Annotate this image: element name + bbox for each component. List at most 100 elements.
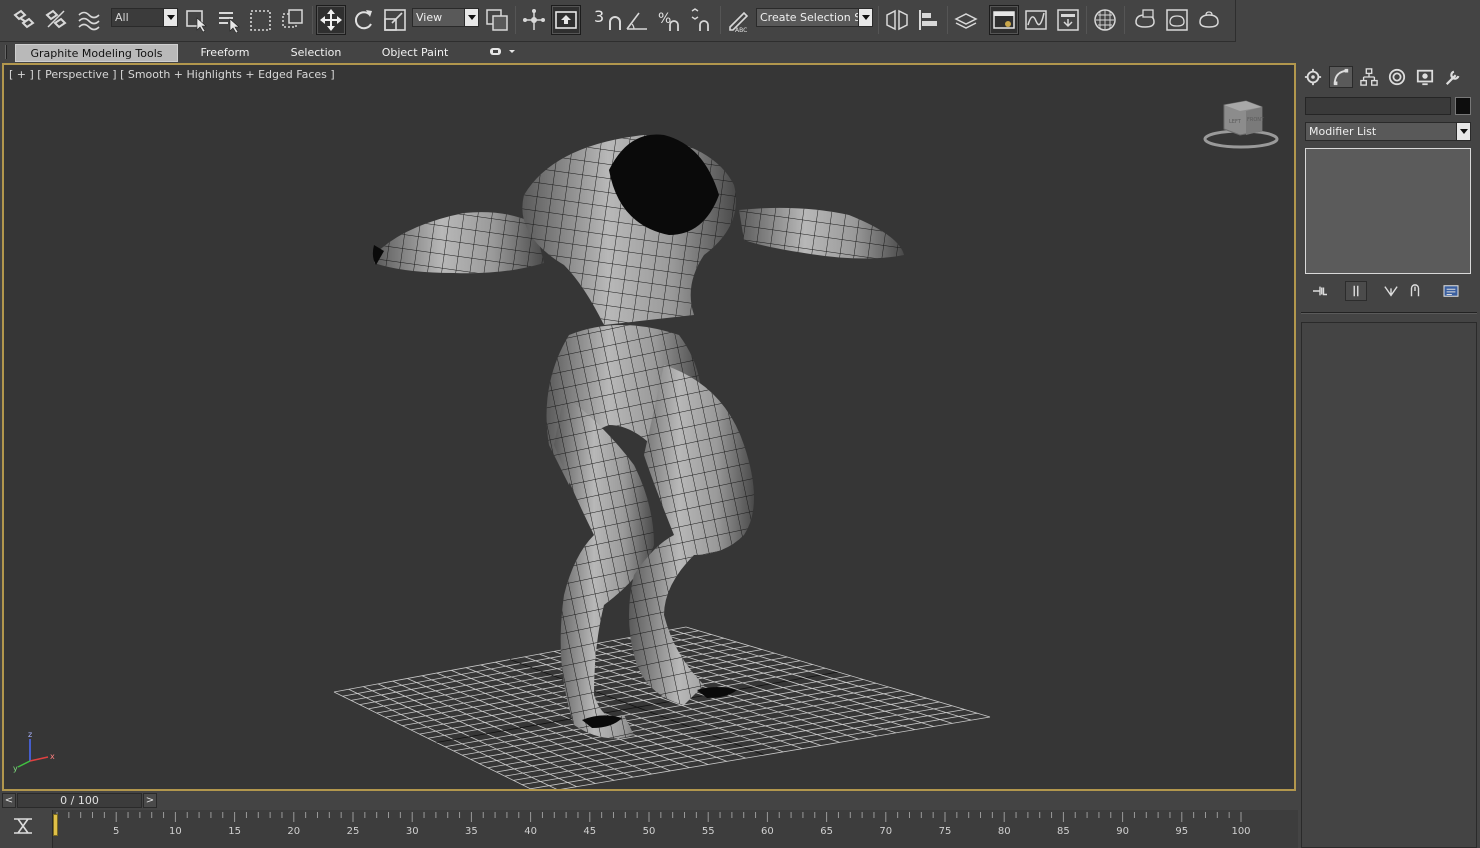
remove-modifier-icon[interactable] xyxy=(1404,281,1426,301)
manipulate-icon[interactable] xyxy=(519,5,549,35)
ribbon-tab-graphite-modeling-tools[interactable]: Graphite Modeling Tools xyxy=(15,44,178,62)
scale-icon[interactable] xyxy=(380,5,410,35)
timeline-tick-label: 15 xyxy=(228,826,241,837)
hierarchy-icon[interactable] xyxy=(1357,66,1381,88)
time-slider-prev-button[interactable]: < xyxy=(2,793,16,808)
keyboard-shortcut-icon[interactable] xyxy=(551,5,581,35)
toolbar-separator xyxy=(1124,6,1125,34)
link-icon[interactable] xyxy=(9,5,39,35)
chevron-down-icon xyxy=(1456,123,1470,140)
named-selection-value: Create Selection Se xyxy=(760,11,868,24)
timeline-tick-label: 80 xyxy=(998,826,1011,837)
reference-coord-dropdown[interactable]: View xyxy=(412,8,479,27)
timeline-tick-label: 50 xyxy=(643,826,656,837)
named-selection-dropdown[interactable]: Create Selection Se xyxy=(756,8,873,27)
toolbar-separator xyxy=(1086,6,1087,34)
window-crossing-icon[interactable] xyxy=(278,5,308,35)
viewcube-left-label: LEFT xyxy=(1229,119,1242,125)
viewcube: LEFT FRONT xyxy=(1203,100,1279,149)
layer-manager-icon[interactable] xyxy=(951,5,981,35)
ribbon-grip-handle[interactable] xyxy=(5,45,7,59)
object-name-field[interactable] xyxy=(1305,97,1451,115)
axis-y-label: y xyxy=(13,764,18,773)
modify-icon[interactable] xyxy=(1329,66,1353,88)
configure-modifier-sets-icon[interactable] xyxy=(1440,281,1462,301)
timeline-tick-label: 70 xyxy=(879,826,892,837)
axis-z-label: z xyxy=(28,730,32,739)
render-production-icon[interactable] xyxy=(1194,5,1224,35)
selection-filter-dropdown[interactable]: All xyxy=(111,8,178,27)
selection-filter-value: All xyxy=(115,11,129,24)
make-unique-icon[interactable] xyxy=(1380,281,1402,301)
motion-icon[interactable] xyxy=(1385,66,1409,88)
timeline-tick-label: 35 xyxy=(465,826,478,837)
current-frame-marker[interactable] xyxy=(53,814,58,836)
axis-tripod: z x y xyxy=(13,730,55,773)
percent-snap-icon[interactable]: % xyxy=(654,5,684,35)
chevron-down-icon xyxy=(163,9,177,26)
toolbar-separator xyxy=(720,6,721,34)
trackbar-config-icon[interactable] xyxy=(10,815,36,837)
timeline-tick-label: 30 xyxy=(406,826,419,837)
track-bar: 5 10 15 20 25 30 35 40 45 50 55 60 65 70 75 80 85 90 95 100 xyxy=(0,810,1298,848)
timeline-tick-label: 20 xyxy=(287,826,300,837)
pivot-icon[interactable] xyxy=(482,5,512,35)
modifier-stack-list[interactable] xyxy=(1305,148,1471,274)
ribbon-tab-selection[interactable]: Selection xyxy=(280,44,352,62)
spinner-snap-icon[interactable] xyxy=(686,5,716,35)
create-icon[interactable] xyxy=(1301,66,1325,88)
toolbar-separator xyxy=(312,6,313,34)
modifier-list-value: Modifier List xyxy=(1309,125,1377,138)
toolbar-separator xyxy=(515,6,516,34)
perspective-viewport[interactable]: [ + ] [ Perspective ] [ Smooth + Highlig… xyxy=(2,63,1296,791)
viewcube-front-label: FRONT xyxy=(1247,117,1265,123)
align-icon[interactable] xyxy=(914,5,944,35)
timeline-tick-label: 95 xyxy=(1175,826,1188,837)
bind-space-warp-icon[interactable] xyxy=(74,5,104,35)
material-editor-icon[interactable] xyxy=(1090,5,1120,35)
chevron-down-icon xyxy=(858,9,872,26)
toolbar-separator xyxy=(947,6,948,34)
svg-text:ABC: ABC xyxy=(735,27,747,33)
timeline-tick-label: 5 xyxy=(113,826,119,837)
viewport-scene: LEFT FRONT z x y xyxy=(13,100,1279,789)
unlink-icon[interactable] xyxy=(41,5,71,35)
select-by-name-icon[interactable] xyxy=(214,5,244,35)
mirror-icon[interactable] xyxy=(882,5,912,35)
schematic-view-icon[interactable] xyxy=(1053,5,1083,35)
utilities-icon[interactable] xyxy=(1441,66,1465,88)
graphite-toggle-icon[interactable] xyxy=(989,5,1019,35)
panel-divider xyxy=(1301,312,1477,314)
rect-region-icon[interactable] xyxy=(246,5,276,35)
rollout-area xyxy=(1301,322,1477,848)
rotate-icon[interactable] xyxy=(348,5,378,35)
object-color-swatch[interactable] xyxy=(1455,97,1471,115)
chevron-down-icon xyxy=(464,9,478,26)
main-toolbar: All View 3 % ABC Create Selection Se xyxy=(0,0,1236,42)
ribbon-bar: Graphite Modeling Tools Freeform Selecti… xyxy=(0,42,1480,62)
show-end-result-icon[interactable] xyxy=(1345,281,1367,301)
render-setup-icon[interactable] xyxy=(1130,5,1160,35)
timeline-tick-label: 10 xyxy=(169,826,182,837)
timeline-ruler[interactable]: 5 10 15 20 25 30 35 40 45 50 55 60 65 70 75 80 85 90 95 100 xyxy=(52,810,1298,848)
pin-stack-icon[interactable] xyxy=(1309,281,1331,301)
ribbon-tab-freeform[interactable]: Freeform xyxy=(185,44,265,62)
select-object-icon[interactable] xyxy=(182,5,212,35)
app-window: All View 3 % ABC Create Selection Se Gra… xyxy=(0,0,1480,848)
axis-x-label: x xyxy=(50,752,55,761)
rendered-frame-icon[interactable] xyxy=(1162,5,1192,35)
time-slider[interactable]: < 0 / 100 > xyxy=(2,792,1296,810)
timeline-tick-label: 55 xyxy=(702,826,715,837)
move-icon[interactable] xyxy=(316,5,346,35)
modifier-list-dropdown[interactable]: Modifier List xyxy=(1305,122,1471,141)
time-slider-next-button[interactable]: > xyxy=(143,793,157,808)
edit-named-sets-icon[interactable]: ABC xyxy=(724,5,754,35)
curve-editor-icon[interactable] xyxy=(1021,5,1051,35)
timeline-tick-label: 25 xyxy=(347,826,360,837)
ribbon-minimize-toggle[interactable] xyxy=(488,46,518,58)
time-slider-thumb[interactable]: 0 / 100 xyxy=(17,793,142,808)
display-icon[interactable] xyxy=(1413,66,1437,88)
ribbon-tab-object-paint[interactable]: Object Paint xyxy=(372,44,458,62)
reference-coord-value: View xyxy=(416,11,443,24)
angle-snap-icon[interactable] xyxy=(622,5,652,35)
